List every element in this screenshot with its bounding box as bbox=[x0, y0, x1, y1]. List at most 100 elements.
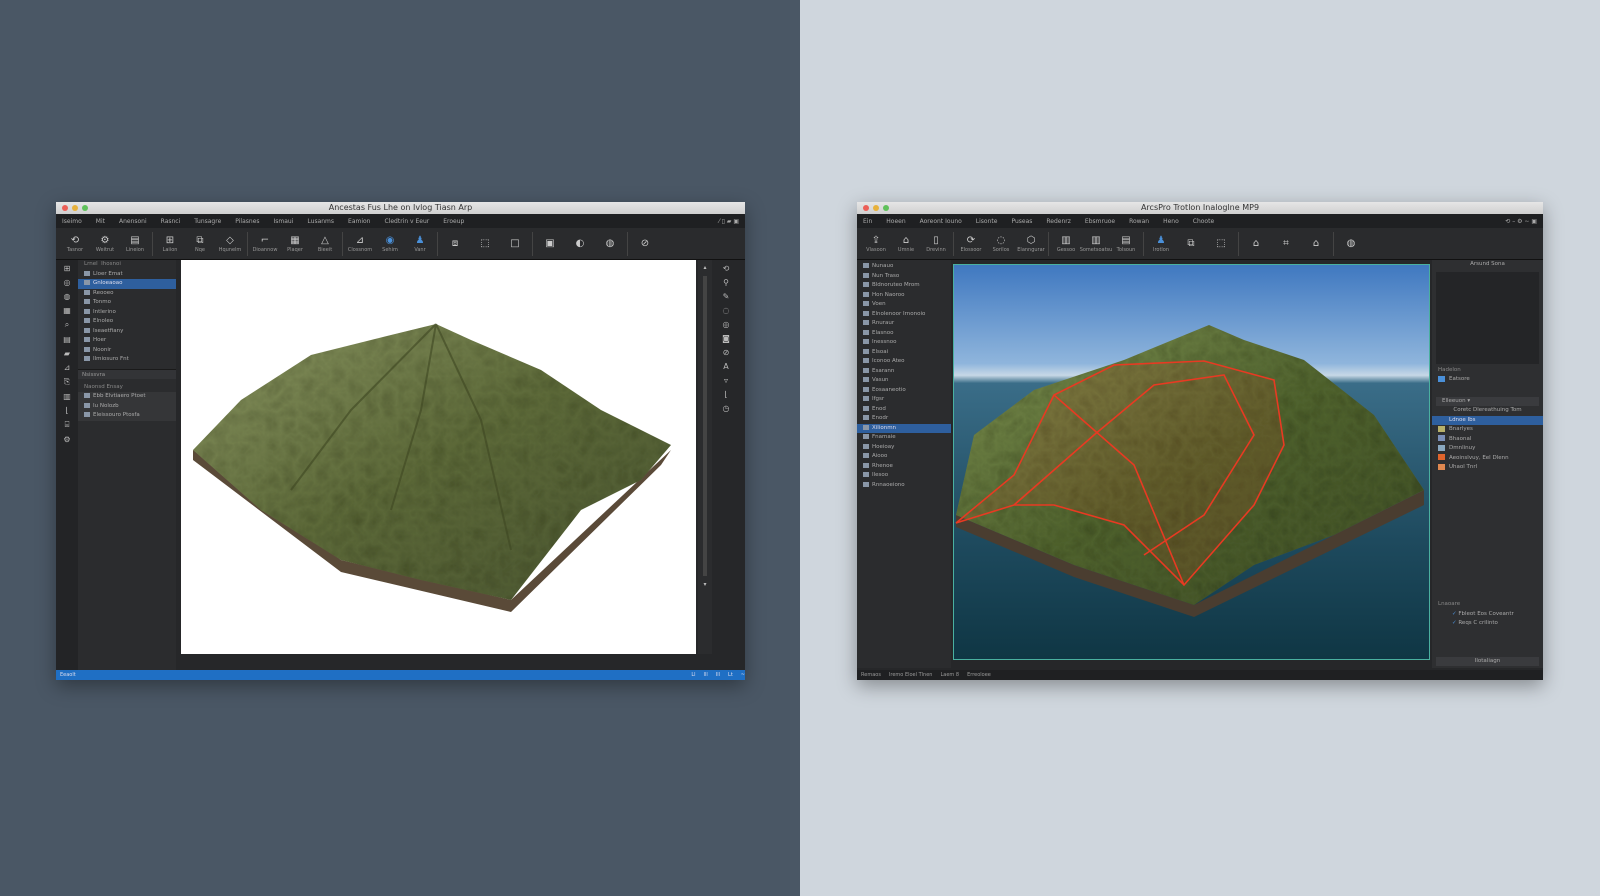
tree-item[interactable]: Voen bbox=[857, 300, 951, 310]
toolbar-button[interactable]: ◌ Sorilos bbox=[988, 235, 1014, 253]
tree-item[interactable]: Iseaetfiany bbox=[78, 327, 176, 337]
tree-item[interactable]: Intlerino bbox=[78, 308, 176, 318]
toolbar-button[interactable]: ◍ bbox=[597, 238, 623, 250]
menu-item[interactable]: Redenrz bbox=[1046, 218, 1071, 225]
tree-item[interactable]: Iu Nolozb bbox=[78, 402, 176, 412]
pen-icon[interactable]: ✎ bbox=[723, 292, 730, 301]
status-control[interactable]: Ll bbox=[691, 672, 695, 678]
scroll-up-icon[interactable]: ▴ bbox=[703, 264, 706, 271]
layer-item[interactable]: Aeoinslvuy, Eel Dlenn bbox=[1432, 454, 1543, 464]
tree-item[interactable]: Noonir bbox=[78, 346, 176, 356]
toolbar-button[interactable]: ⟳ Elossoor bbox=[958, 235, 984, 253]
map-canvas-3d[interactable] bbox=[181, 260, 696, 654]
map-icon[interactable]: ◍ bbox=[64, 292, 71, 301]
settings-icon[interactable]: ⚙ bbox=[63, 435, 70, 444]
toolbar-button[interactable]: △ Bieeit bbox=[312, 235, 338, 253]
tree-item[interactable]: Aiooo bbox=[857, 452, 951, 462]
stack-icon[interactable]: ▰ bbox=[64, 349, 70, 358]
tree-item[interactable]: Hon Naoroo bbox=[857, 291, 951, 301]
scrollbar-track[interactable] bbox=[703, 276, 707, 576]
menu-item[interactable]: Puseas bbox=[1011, 218, 1032, 225]
toolbar-button[interactable]: ▣ bbox=[537, 238, 563, 250]
toolbar-button[interactable]: ▦ Plaqer bbox=[282, 235, 308, 253]
tree-item[interactable]: Elsoai bbox=[857, 348, 951, 358]
tree-item[interactable]: Rnnaoeiono bbox=[857, 481, 951, 491]
window-controls[interactable]: ⟲ – ⚙ ∼ ▣ bbox=[1505, 218, 1537, 225]
toolbar-button[interactable]: ♟ Irotlon bbox=[1148, 235, 1174, 253]
toolbar-button[interactable]: ◇ Hqunelm bbox=[217, 235, 243, 253]
toolbar-button[interactable]: □ bbox=[502, 238, 528, 250]
pin-icon[interactable]: ⚲ bbox=[723, 278, 729, 287]
menu-item[interactable]: Iseimo bbox=[62, 218, 82, 225]
tree-item[interactable]: Nunauo bbox=[857, 262, 951, 272]
toolbar-button[interactable]: ◍ bbox=[1338, 238, 1364, 250]
tree-item[interactable]: Hoeioay bbox=[857, 443, 951, 453]
menu-item[interactable]: Ein bbox=[863, 218, 872, 225]
toolbar-button[interactable]: ⇪ Vlasoon bbox=[863, 235, 889, 253]
status-control[interactable]: ~ bbox=[741, 672, 745, 678]
menu-item[interactable]: Eamion bbox=[348, 218, 370, 225]
toolbar-button[interactable]: ⟲ Tasnor bbox=[62, 235, 88, 253]
menu-item[interactable]: Ebsmruoe bbox=[1085, 218, 1115, 225]
menu-item[interactable]: Tunsagre bbox=[194, 218, 221, 225]
menu-item[interactable]: Rowan bbox=[1129, 218, 1149, 225]
tree-item[interactable]: Elnolenoor Irnonoio bbox=[857, 310, 951, 320]
tree-item[interactable]: Ifgsr bbox=[857, 395, 951, 405]
close-button[interactable] bbox=[863, 205, 869, 211]
tree-item[interactable]: Vasun bbox=[857, 376, 951, 386]
menu-item[interactable]: Choote bbox=[1193, 218, 1214, 225]
folder-icon[interactable]: ⌸ bbox=[65, 420, 70, 430]
toolbar-button[interactable]: ▥ Gessoo bbox=[1053, 235, 1079, 253]
layers-icon[interactable]: ⊞ bbox=[64, 264, 71, 273]
toolbar-button[interactable]: ▤ Lineion bbox=[122, 235, 148, 253]
map-canvas-3d[interactable] bbox=[953, 264, 1430, 660]
tree-item[interactable]: Ebb Elvtiaero Ptoet bbox=[78, 392, 176, 402]
menu-item[interactable]: Anensoni bbox=[119, 218, 147, 225]
tree-item[interactable]: Esarann bbox=[857, 367, 951, 377]
toolbar-button[interactable]: ⌂ bbox=[1303, 238, 1329, 250]
menu-item[interactable]: Hoeen bbox=[886, 218, 905, 225]
toolbar-button[interactable]: ▥ Sometsoatsu bbox=[1080, 235, 1113, 253]
measure-icon[interactable]: ⊿ bbox=[64, 363, 71, 372]
toolbar-button[interactable]: ⌗ bbox=[1273, 238, 1299, 250]
compass-icon[interactable]: ⊘ bbox=[723, 348, 730, 357]
doc-icon[interactable]: ⎘ bbox=[64, 377, 70, 387]
toolbar-button[interactable]: ⬡ Elanngurar bbox=[1017, 235, 1044, 253]
status-control[interactable]: Ill bbox=[716, 672, 720, 678]
layer-item[interactable]: Bnarlyes bbox=[1432, 425, 1543, 435]
search-icon[interactable]: ⌕ bbox=[65, 320, 69, 330]
lasso-icon[interactable]: ◌ bbox=[723, 306, 730, 315]
tree-item[interactable]: Ilesoo bbox=[857, 471, 951, 481]
section-header[interactable]: Nsissvra bbox=[78, 368, 176, 379]
toolbar-button[interactable]: ⚙ Weitrut bbox=[92, 235, 118, 253]
menu-item[interactable]: Pilasnes bbox=[235, 218, 259, 225]
zoom-button[interactable] bbox=[82, 205, 88, 211]
toolbar-button[interactable]: ⊞ Laiion bbox=[157, 235, 183, 253]
menu-item[interactable]: Ismaui bbox=[274, 218, 294, 225]
ruler-icon[interactable]: ⌊ bbox=[724, 390, 727, 399]
tree-item[interactable]: Hoer bbox=[78, 336, 176, 346]
layer-item[interactable]: Bhaonal bbox=[1432, 435, 1543, 445]
layers-dropdown[interactable]: Elleeuon ▾ bbox=[1436, 396, 1539, 406]
tree-item[interactable]: Xilionmn bbox=[857, 423, 951, 433]
tree-item[interactable]: Nun Traso bbox=[857, 272, 951, 282]
toolbar-button[interactable]: ▤ Tolsoun bbox=[1113, 235, 1139, 253]
toolbar-button[interactable]: ⬚ bbox=[1208, 238, 1234, 250]
grid-icon[interactable]: ▦ bbox=[63, 306, 71, 315]
toolbar-button[interactable]: ⬚ bbox=[472, 238, 498, 250]
tree-item[interactable]: Eleissouro Ptosfa bbox=[78, 411, 176, 421]
tree-item[interactable]: Ilmiosuro Fnt bbox=[78, 355, 176, 365]
menu-item[interactable]: Eroeup bbox=[443, 218, 464, 225]
tree-item[interactable]: Enodr bbox=[857, 414, 951, 424]
chart-icon[interactable]: ⌊ bbox=[65, 406, 68, 415]
minimize-button[interactable] bbox=[873, 205, 879, 211]
text-icon[interactable]: A bbox=[723, 362, 728, 371]
toolbar-button[interactable]: ⌐ Dioannow bbox=[252, 235, 278, 253]
menu-item[interactable]: Rasnci bbox=[161, 218, 181, 225]
tree-item[interactable]: Eosaaneotio bbox=[857, 386, 951, 396]
toolbar-button[interactable]: ⊘ bbox=[632, 238, 658, 250]
tree-item[interactable]: Lloer Emat bbox=[78, 270, 176, 280]
menu-item[interactable]: Lisonte bbox=[976, 218, 998, 225]
status-control[interactable]: Lt bbox=[728, 672, 733, 678]
zoom-button[interactable] bbox=[883, 205, 889, 211]
